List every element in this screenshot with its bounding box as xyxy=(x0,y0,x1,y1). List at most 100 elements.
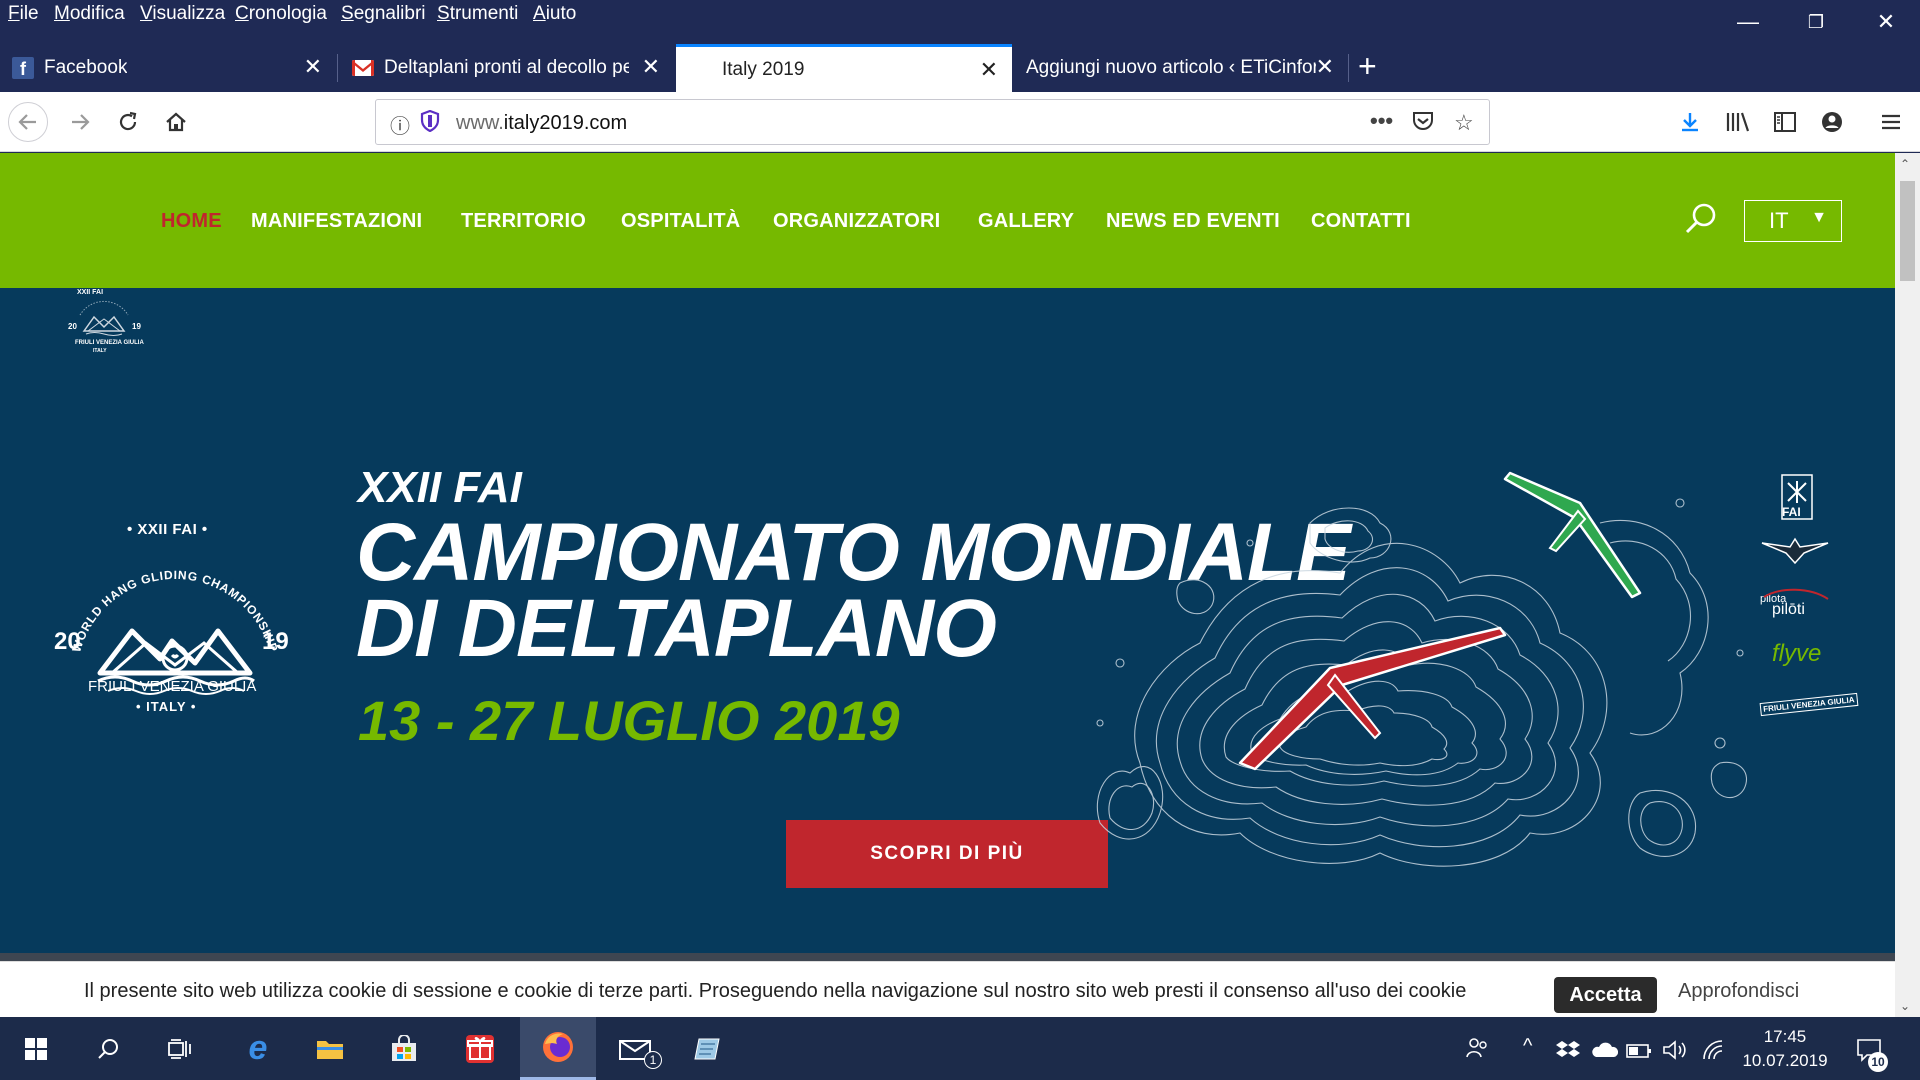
search-icon[interactable] xyxy=(1684,201,1718,240)
tab-close-icon[interactable]: ✕ xyxy=(1316,56,1334,78)
hero-dates: 13 - 27 LUGLIO 2019 xyxy=(358,689,900,752)
menu-visualizza[interactable]: Visualizza xyxy=(140,3,225,25)
tab-close-icon[interactable]: ✕ xyxy=(642,56,660,78)
restore-icon[interactable]: ❐ xyxy=(1794,6,1838,38)
url-bar[interactable]: ⓘ www.italy2019.com ••• ☆ xyxy=(375,99,1490,145)
info-icon[interactable]: ⓘ xyxy=(390,110,410,139)
scroll-thumb[interactable] xyxy=(1900,181,1915,281)
site-navigation: HOME MANIFESTAZIONI TERRITORIO OSPITALIT… xyxy=(0,153,1895,288)
wifi-icon[interactable] xyxy=(1700,1039,1724,1061)
forward-button[interactable] xyxy=(60,102,100,142)
discover-more-button[interactable]: SCOPRI DI PIÙ xyxy=(786,820,1108,888)
gift-app-button[interactable] xyxy=(444,1017,516,1080)
flyve-logo-text: flyve xyxy=(1772,640,1822,667)
tab-gmail[interactable]: Deltaplani pronti al decollo per ✕ xyxy=(340,44,674,92)
system-clock[interactable]: 17:45 10.07.2019 xyxy=(1740,1025,1830,1073)
tab-facebook[interactable]: f Facebook ✕ xyxy=(0,44,336,92)
small-logo-country: ITALY xyxy=(93,348,107,354)
emblem-top-text: • XXII FAI • xyxy=(127,521,208,538)
reload-button[interactable] xyxy=(108,102,148,142)
nav-gallery[interactable]: GALLERY xyxy=(978,210,1074,233)
hamburger-menu-icon xyxy=(1882,114,1900,130)
home-button[interactable] xyxy=(156,102,196,142)
store-button[interactable] xyxy=(368,1017,440,1080)
bookmark-star-icon[interactable]: ☆ xyxy=(1454,110,1474,136)
sidebar-button[interactable] xyxy=(1765,102,1805,142)
tab-close-icon[interactable]: ✕ xyxy=(980,59,998,81)
nav-territorio[interactable]: TERRITORIO xyxy=(461,210,586,233)
store-bag-icon xyxy=(392,1034,416,1061)
tab-italy2019[interactable]: Italy 2019 ✕ xyxy=(676,44,1012,92)
start-button[interactable] xyxy=(0,1017,72,1080)
language-value: IT xyxy=(1769,208,1789,233)
tab-separator xyxy=(1348,54,1349,82)
emblem-year-right: 19 xyxy=(262,628,289,655)
library-icon xyxy=(1726,112,1750,132)
task-view-button[interactable] xyxy=(144,1017,216,1080)
page-scrollbar[interactable]: ⌃ ⌄ xyxy=(1895,153,1920,1017)
pocket-icon[interactable] xyxy=(1412,110,1434,138)
search-taskbar-icon xyxy=(98,1038,118,1059)
downloads-button[interactable] xyxy=(1670,102,1710,142)
cookie-more-link[interactable]: Approfondisci xyxy=(1678,980,1799,1003)
scroll-down-icon[interactable]: ⌄ xyxy=(1900,999,1910,1013)
nav-organizzatori[interactable]: ORGANIZZATORI xyxy=(773,210,940,233)
nav-contatti[interactable]: CONTATTI xyxy=(1311,210,1411,233)
hero-subtitle: XXII FAI xyxy=(358,463,522,512)
tab-separator xyxy=(337,54,338,82)
close-icon[interactable]: ✕ xyxy=(1864,6,1908,38)
notes-app-button[interactable] xyxy=(672,1017,744,1080)
nav-manifestazioni[interactable]: MANIFESTAZIONI xyxy=(251,210,422,233)
navigation-toolbar: ⓘ www.italy2019.com ••• ☆ xyxy=(0,92,1920,152)
new-tab-icon[interactable]: + xyxy=(1358,48,1377,85)
contour-lines xyxy=(1096,498,1747,867)
menu-strumenti[interactable]: Strumenti xyxy=(437,3,518,25)
library-button[interactable] xyxy=(1718,102,1758,142)
menu-cronologia[interactable]: Cronologia xyxy=(235,3,327,25)
tab-title: Italy 2019 xyxy=(722,58,805,80)
piloti-swoosh xyxy=(1763,588,1829,600)
firefox-taskbar-button[interactable] xyxy=(520,1017,596,1080)
tracking-shield-icon[interactable] xyxy=(420,109,440,138)
battery-icon[interactable] xyxy=(1626,1043,1652,1059)
tab-eticinfor[interactable]: Aggiungi nuovo articolo ‹ ETiCinfor ✕ xyxy=(1014,44,1348,92)
fai-logo-text: FAI xyxy=(1782,505,1801,519)
minimize-icon[interactable]: — xyxy=(1726,6,1770,38)
tab-title: Facebook xyxy=(44,57,128,78)
page-section-divider xyxy=(0,953,1895,961)
menu-file[interactable]: File xyxy=(8,3,39,25)
edge-taskbar-button[interactable]: e xyxy=(222,1017,294,1080)
notes-app-icon xyxy=(694,1038,720,1059)
small-logo-year-right: 19 xyxy=(132,322,141,331)
cookie-accept-button[interactable]: Accetta xyxy=(1554,977,1657,1013)
show-hidden-icons-chevron[interactable]: ^ xyxy=(1523,1035,1532,1058)
mail-taskbar-button[interactable]: 1 xyxy=(600,1017,672,1080)
url-text[interactable]: www.italy2019.com xyxy=(456,112,627,135)
topographic-map-illustration xyxy=(1096,471,1747,867)
account-button[interactable] xyxy=(1812,102,1852,142)
nav-ospitalita[interactable]: OSPITALITÀ xyxy=(621,210,740,233)
menu-segnalibri[interactable]: Segnalibri xyxy=(341,3,426,25)
menu-modifica[interactable]: Modifica xyxy=(54,3,125,25)
menu-button[interactable] xyxy=(1871,102,1911,142)
green-hang-glider xyxy=(1503,471,1642,599)
cookie-message: Il presente sito web utilizza cookie di … xyxy=(84,980,1467,1002)
nav-home[interactable]: HOME xyxy=(161,210,222,233)
file-explorer-button[interactable] xyxy=(294,1017,366,1080)
scroll-up-icon[interactable]: ⌃ xyxy=(1900,157,1910,171)
back-button[interactable] xyxy=(8,102,48,142)
tab-close-icon[interactable]: ✕ xyxy=(304,56,322,78)
onedrive-cloud-icon[interactable] xyxy=(1590,1041,1618,1059)
page-actions-icon[interactable]: ••• xyxy=(1370,108,1393,134)
volume-icon[interactable] xyxy=(1662,1039,1688,1061)
dropbox-icon[interactable] xyxy=(1556,1039,1580,1059)
search-taskbar-button[interactable] xyxy=(72,1017,144,1080)
language-select[interactable]: IT ▼ xyxy=(1744,200,1842,242)
menu-aiuto[interactable]: Aiuto xyxy=(533,3,576,25)
emblem-country: • ITALY • xyxy=(136,699,197,714)
forward-arrow-icon xyxy=(72,114,90,130)
people-icon[interactable] xyxy=(1465,1037,1489,1059)
sponsor-logos: FAI pilota pilōti flyve FRIULI VENEZIA G… xyxy=(1759,473,1870,893)
nav-news-ed-eventi[interactable]: NEWS ED EVENTI xyxy=(1106,210,1280,233)
sidebar-icon xyxy=(1774,112,1796,132)
